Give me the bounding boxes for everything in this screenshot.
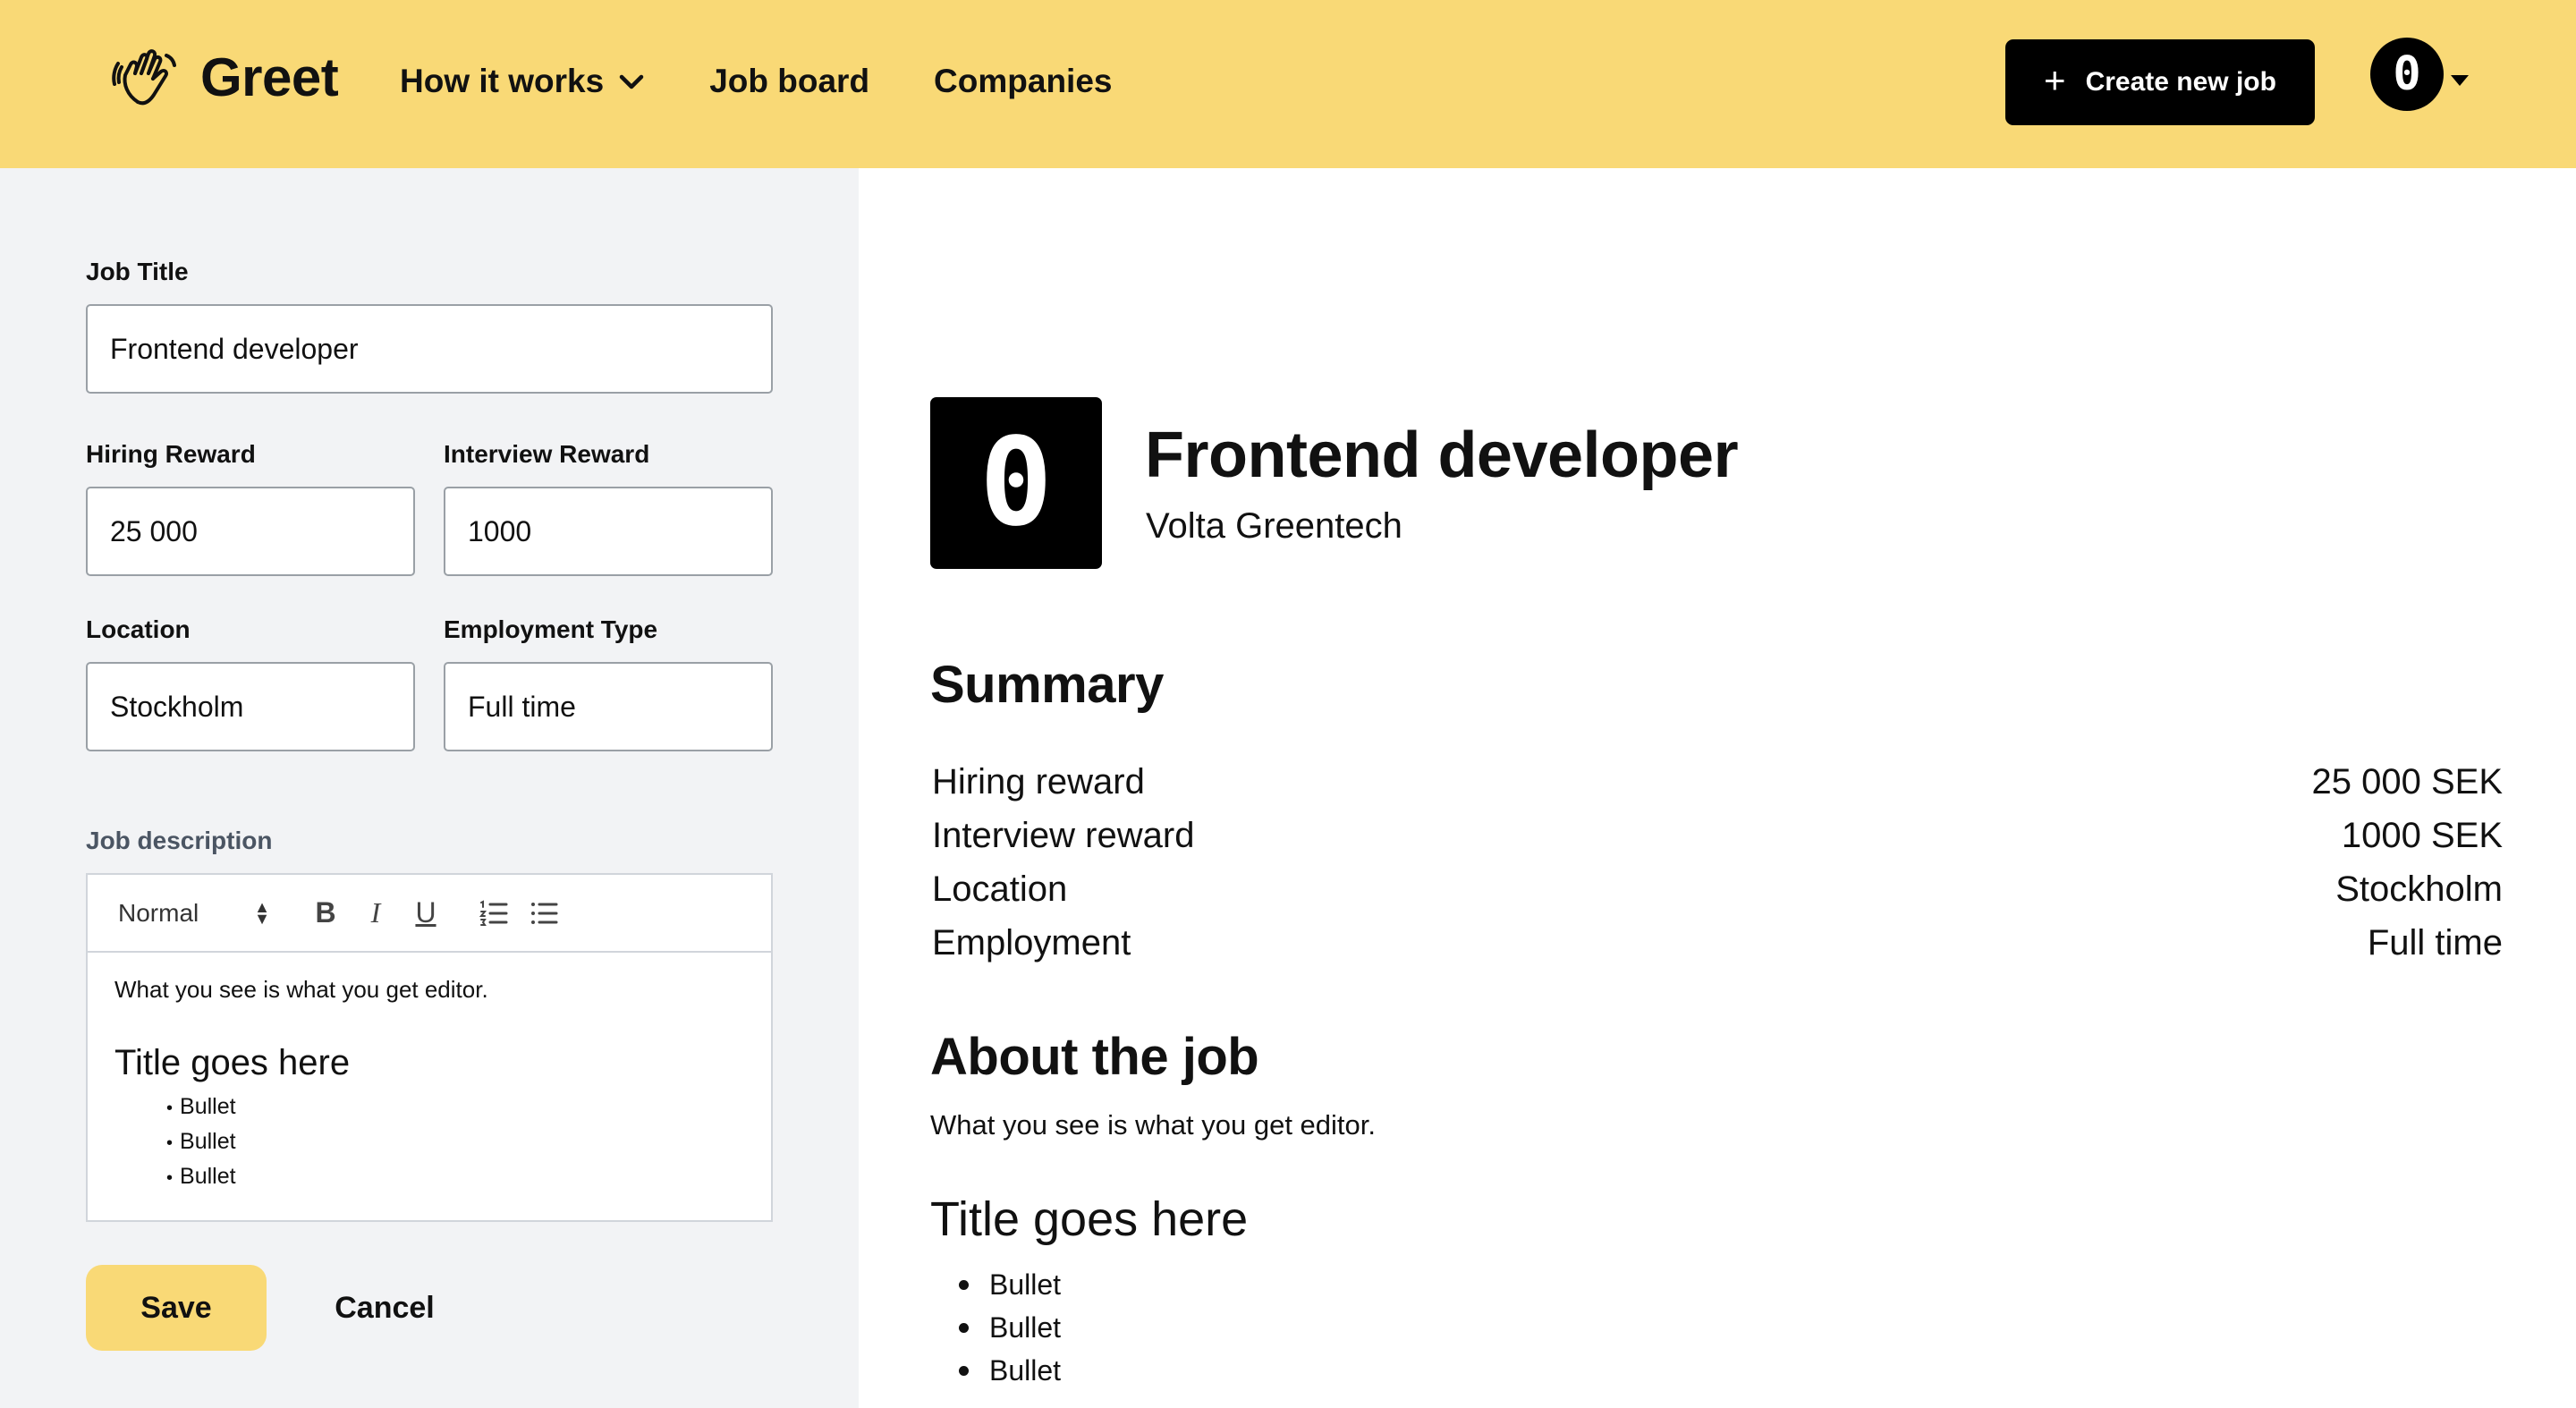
summary-value: 1000 SEK: [2341, 816, 2503, 855]
avatar: 0: [2370, 38, 2444, 111]
employment-type-field[interactable]: [444, 662, 773, 751]
account-menu[interactable]: 0: [2370, 38, 2469, 111]
summary-value: Stockholm: [2335, 869, 2503, 909]
create-new-job-label: Create new job: [2085, 67, 2276, 97]
underline-icon[interactable]: U: [404, 892, 447, 935]
summary-label: Hiring reward: [932, 762, 1145, 802]
plus-icon: +: [2044, 59, 2066, 101]
list-item: Bullet: [959, 1306, 1061, 1349]
preview-company-name: Volta Greentech: [1146, 506, 1402, 546]
hiring-reward-field[interactable]: [86, 487, 415, 576]
waving-hand-icon: [112, 49, 176, 106]
interview-reward-field[interactable]: [444, 487, 773, 576]
editor-heading: Title goes here: [114, 1043, 351, 1082]
about-heading: About the job: [930, 1028, 1259, 1086]
summary-value: Full time: [2367, 923, 2503, 963]
list-item: Bullet: [166, 1125, 744, 1160]
text-style-select[interactable]: Normal ▲ ▼: [118, 899, 270, 928]
select-arrows-icon: ▲ ▼: [254, 897, 270, 928]
interview-reward-label: Interview Reward: [444, 440, 650, 468]
hiring-reward-input[interactable]: [110, 514, 413, 548]
nav-how-it-works[interactable]: How it works: [400, 63, 645, 100]
preview-job-title: Frontend developer: [1145, 420, 1739, 491]
cancel-button[interactable]: Cancel: [304, 1265, 465, 1351]
bullet-list-icon[interactable]: [522, 892, 565, 935]
employment-type-label: Employment Type: [444, 615, 658, 643]
italic-icon[interactable]: I: [354, 892, 397, 935]
editor-bullet-list: Bullet Bullet Bullet: [114, 1090, 744, 1195]
summary-row: Hiring reward 25 000 SEK: [932, 755, 2503, 809]
summary-value: 25 000 SEK: [2311, 762, 2504, 802]
brand-logo[interactable]: Greet: [111, 39, 339, 115]
about-bullet-list: Bullet Bullet Bullet: [959, 1263, 1061, 1392]
job-title-label: Job Title: [86, 258, 189, 285]
save-button[interactable]: Save: [86, 1265, 267, 1351]
summary-row: Interview reward 1000 SEK: [932, 809, 2503, 862]
job-description-label: Job description: [86, 827, 273, 854]
summary-label: Location: [932, 869, 1068, 909]
ordered-list-icon[interactable]: [472, 892, 515, 935]
rich-text-editor[interactable]: Normal ▲ ▼ B I U What you see is what you…: [86, 873, 773, 1222]
about-paragraph: What you see is what you get editor.: [930, 1109, 1376, 1141]
summary-heading: Summary: [930, 656, 1164, 714]
create-new-job-button[interactable]: + Create new job: [2005, 39, 2315, 125]
nav-companies[interactable]: Companies: [934, 63, 1112, 100]
job-form-panel: Job Title Hiring Reward Interview Reward…: [0, 168, 859, 1408]
nav-job-board[interactable]: Job board: [709, 63, 869, 100]
caret-down-icon: [2451, 75, 2469, 86]
list-item: Bullet: [959, 1263, 1061, 1306]
editor-paragraph: What you see is what you get editor.: [114, 976, 488, 1003]
hiring-reward-label: Hiring Reward: [86, 440, 256, 468]
editor-content[interactable]: What you see is what you get editor. Tit…: [88, 953, 771, 1218]
list-item: Bullet: [959, 1349, 1061, 1392]
about-title: Title goes here: [930, 1192, 1249, 1246]
top-nav-bar: Greet How it works Job board Companies +…: [0, 0, 2576, 168]
brand-name: Greet: [200, 47, 339, 107]
list-item: Bullet: [166, 1160, 744, 1195]
summary-label: Employment: [932, 923, 1131, 963]
employment-type-input[interactable]: [468, 690, 771, 724]
main-nav: How it works Job board Companies: [400, 63, 1112, 100]
summary-label: Interview reward: [932, 816, 1195, 855]
nav-how-it-works-label: How it works: [400, 63, 605, 99]
list-item: Bullet: [166, 1090, 744, 1125]
summary-table: Hiring reward 25 000 SEK Interview rewar…: [932, 755, 2503, 970]
bold-icon[interactable]: B: [304, 892, 347, 935]
text-style-value: Normal: [118, 898, 199, 927]
location-label: Location: [86, 615, 191, 643]
company-logo: 0: [930, 397, 1102, 569]
job-title-input[interactable]: [110, 332, 771, 366]
interview-reward-input[interactable]: [468, 514, 771, 548]
job-title-field[interactable]: [86, 304, 773, 394]
location-input[interactable]: [110, 690, 413, 724]
summary-row: Employment Full time: [932, 916, 2503, 970]
summary-row: Location Stockholm: [932, 862, 2503, 916]
editor-toolbar: Normal ▲ ▼ B I U: [88, 875, 771, 953]
location-field[interactable]: [86, 662, 415, 751]
chevron-down-icon: [619, 74, 644, 89]
